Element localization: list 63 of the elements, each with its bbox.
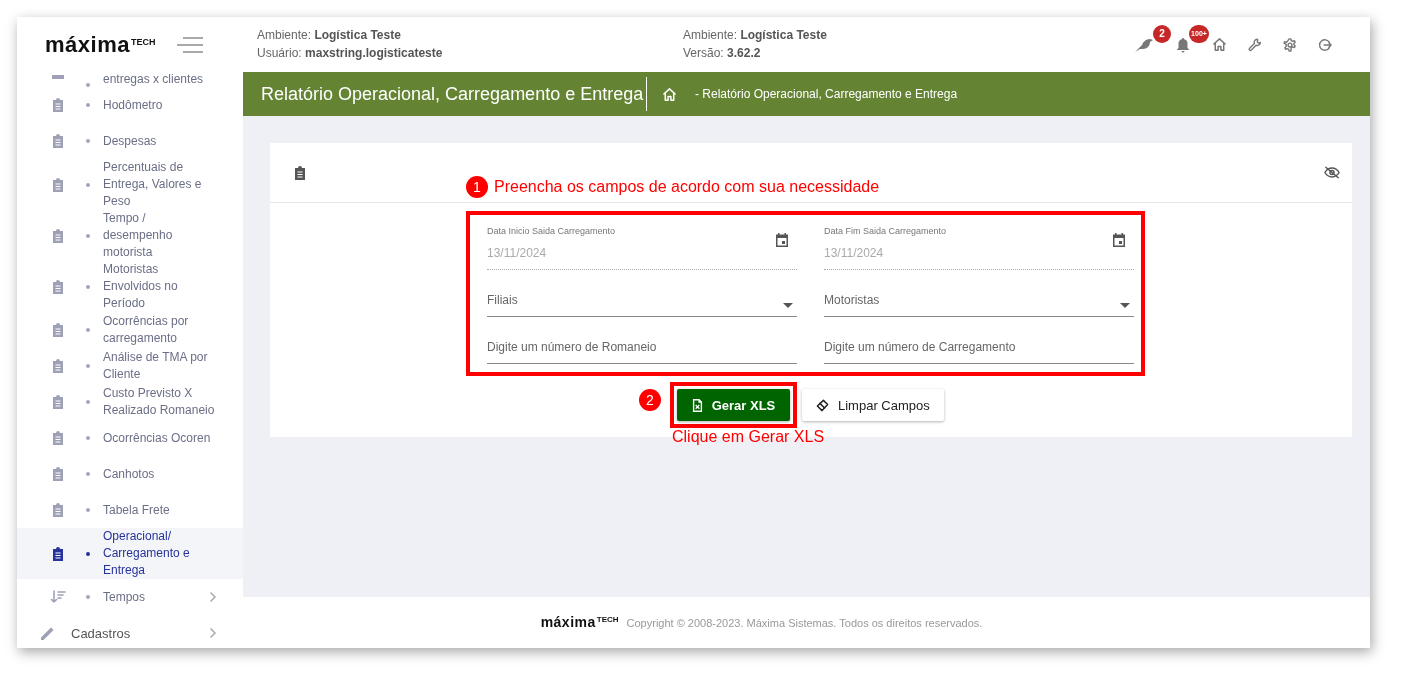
bullet-icon [86, 472, 90, 476]
spreadsheet-icon [691, 398, 703, 412]
environment-info: Ambiente: Logística Teste [257, 28, 402, 43]
input-field[interactable]: Digite um número de Carregamento [824, 336, 1134, 364]
bullet-icon [86, 182, 90, 187]
sidebar-item[interactable]: Tabela Frete [17, 492, 243, 528]
generate-xls-button[interactable]: Gerar XLS [677, 389, 790, 421]
sidebar-item[interactable]: Tempo / desempenho motorista [17, 210, 243, 261]
caret-icon [783, 303, 793, 308]
sidebar-item[interactable]: Operacional/ Carregamento e Entrega [17, 528, 243, 579]
sidebar-item[interactable]: Custo Previsto X Realizado Romaneio [17, 384, 243, 420]
environment-info: Usuário: maxstring.logisticateste [257, 46, 444, 61]
sidebar-item[interactable]: Canhotos [17, 456, 243, 492]
wrench-icon[interactable] [1248, 37, 1262, 52]
caret-icon [1120, 303, 1130, 308]
home-icon[interactable] [1212, 37, 1227, 52]
bullet-icon [86, 284, 90, 289]
clear-fields-button[interactable]: Limpar Campos [802, 389, 944, 421]
eraser-icon [816, 398, 829, 412]
menu-icon[interactable] [177, 36, 204, 53]
instruction-text: Preencha os campos de acordo com sua necessidade [494, 178, 880, 196]
environment-info: Ambiente: Logística Teste [683, 28, 828, 43]
dropdown-field[interactable]: Filiais [487, 289, 797, 317]
sidebar-item[interactable]: Ocorrências Ocoren [17, 420, 243, 456]
breadcrumb: - Relatório Operacional, Carregamento e Entrega [695, 87, 958, 101]
sidebar-item[interactable]: Hodômetro [17, 87, 243, 123]
bullet-icon [86, 400, 90, 404]
sidebar-item[interactable]: Percentuais de Entrega, Valores e Peso [17, 159, 243, 210]
sidebar-item[interactable]: Tempos [17, 579, 243, 615]
bullet-icon [86, 233, 90, 238]
settings-icon[interactable] [1283, 37, 1297, 52]
sidebar-item[interactable]: Cadastros [17, 615, 243, 648]
bullet-icon [86, 139, 90, 143]
sidebar-item[interactable]: Despesas [17, 123, 243, 159]
step-number-badge: 2 [639, 389, 661, 411]
field-label: Data Fim Saida Carregamento [824, 226, 947, 236]
bullet-icon [86, 83, 90, 87]
bullet-icon [86, 595, 90, 599]
dropdown-field[interactable]: Motoristas [824, 289, 1134, 317]
notification-icon[interactable] [1175, 36, 1191, 53]
copyright-text: Copyright © 2008-2023. Máxima Sistemas. Todos os direitos reservados. [626, 616, 983, 629]
bullet-icon [86, 103, 90, 107]
eye-off-icon[interactable] [1324, 166, 1340, 179]
step-number-badge: 1 [466, 176, 488, 198]
page-title: Relatório Operacional, Carregamento e Entrega [260, 83, 645, 105]
sidebar-item[interactable]: entregas x clientes [17, 72, 243, 87]
bullet-icon [86, 508, 90, 512]
sort-icon [50, 589, 66, 605]
input-field[interactable]: Digite um número de Romaneio [487, 336, 797, 364]
field-label: Data Inicio Saida Carregamento [487, 226, 616, 236]
bullet-icon [86, 551, 90, 556]
instruction-text: Clique em Gerar XLS [672, 428, 825, 446]
calendar-icon[interactable] [1112, 233, 1126, 247]
calendar-icon[interactable] [775, 233, 789, 247]
sidebar-item[interactable]: Análise de TMA por Cliente [17, 348, 243, 384]
environment-info: Versão: 3.62.2 [683, 46, 762, 61]
bullet-icon [86, 436, 90, 440]
sidebar-item[interactable]: Motoristas Envolvidos no Período [17, 261, 243, 312]
count-badge: 2 [1153, 24, 1171, 43]
bullet-icon [86, 328, 90, 332]
bullet-icon [86, 364, 90, 368]
logout-icon[interactable] [1318, 37, 1332, 52]
sidebar-item[interactable]: Ocorrências por carregamento [17, 312, 243, 348]
